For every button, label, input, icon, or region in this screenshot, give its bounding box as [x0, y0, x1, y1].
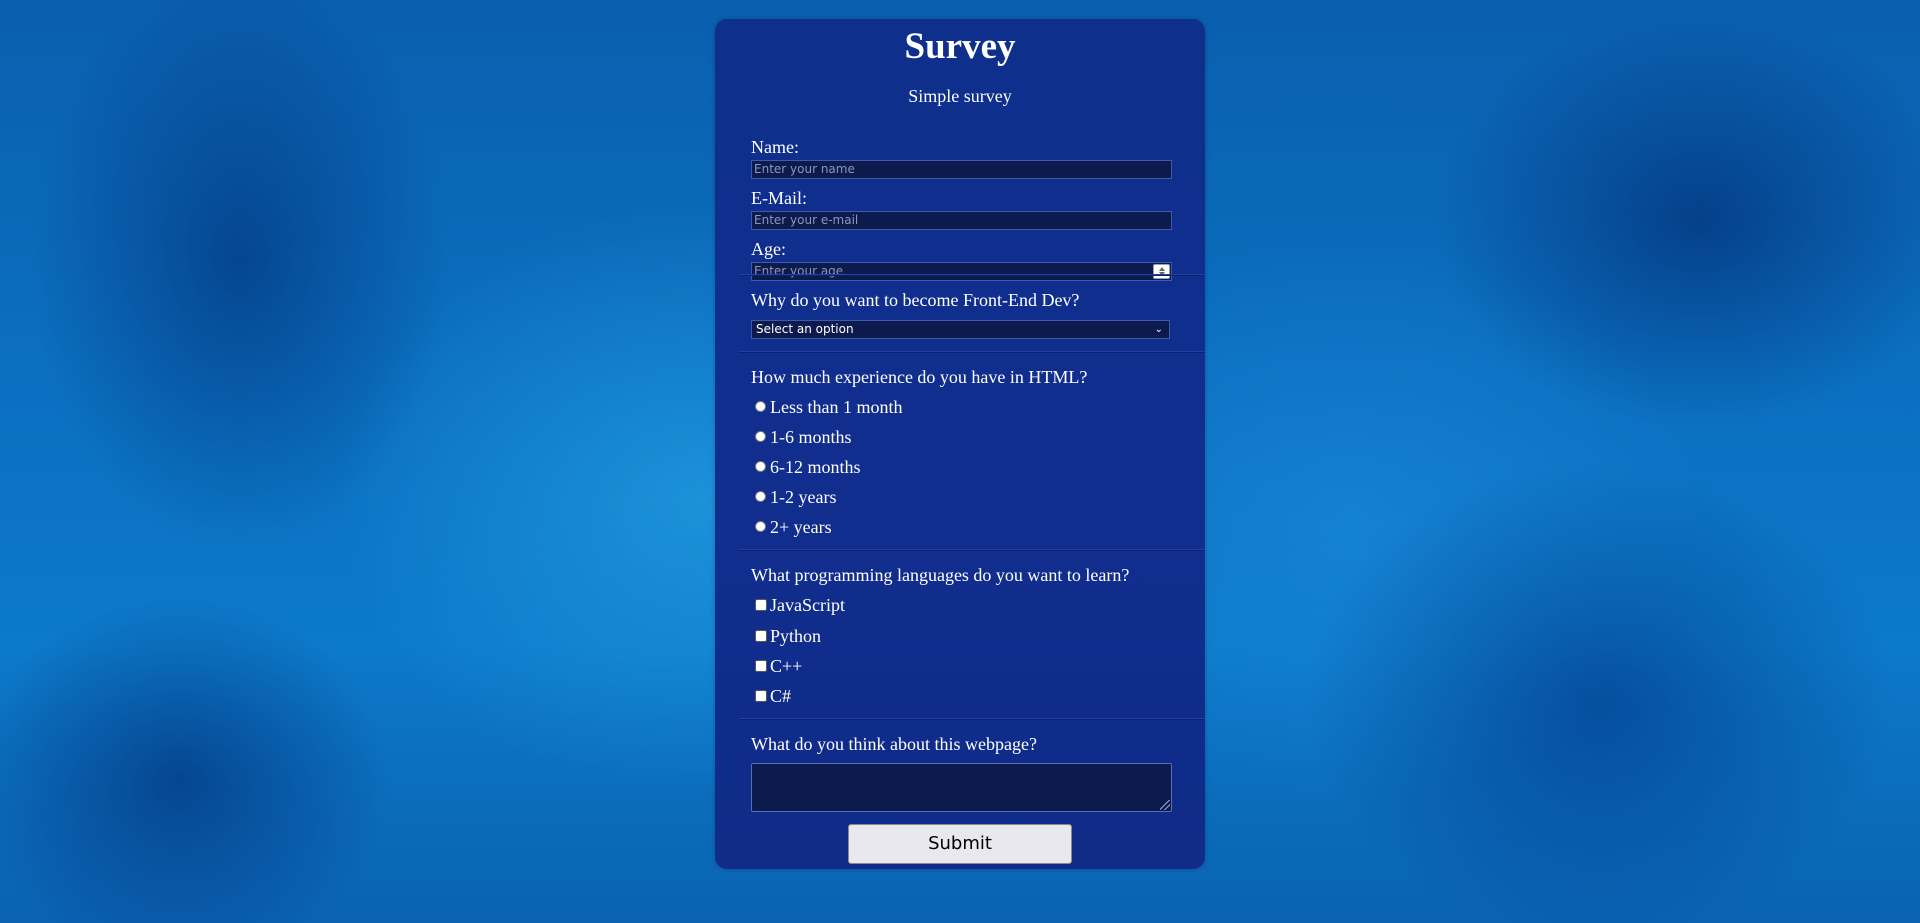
radio-label: Less than 1 month	[770, 397, 903, 417]
age-label: Age:	[751, 239, 786, 259]
why-frontend-select[interactable]: Select an option ⌄	[751, 320, 1170, 339]
email-label: E-Mail:	[751, 188, 807, 208]
divider	[739, 351, 1205, 352]
name-placeholder: Enter your name	[754, 162, 855, 176]
radio-button[interactable]	[755, 521, 766, 532]
email-placeholder: Enter your e-mail	[754, 213, 859, 227]
checkbox[interactable]	[755, 630, 767, 642]
radio-label: 2+ years	[770, 517, 832, 537]
age-input[interactable]: Enter your age	[751, 262, 1172, 281]
why-frontend-selected: Select an option	[756, 322, 854, 336]
divider	[739, 274, 1205, 275]
feedback-textarea[interactable]	[751, 763, 1172, 812]
resize-grip-icon[interactable]	[1160, 800, 1170, 810]
checkbox-label: C++	[770, 656, 803, 676]
radio-button[interactable]	[755, 431, 766, 442]
radio-label: 1-2 years	[770, 487, 837, 507]
page-subtitle: Simple survey	[908, 86, 1012, 106]
feedback-question: What do you think about this webpage?	[751, 734, 1037, 754]
checkbox[interactable]	[755, 690, 767, 702]
checkbox-label: Python	[770, 626, 822, 646]
chevron-down-icon: ⌄	[1154, 324, 1163, 335]
checkbox[interactable]	[755, 599, 767, 611]
radio-button[interactable]	[755, 461, 766, 472]
page-title: Survey	[904, 26, 1016, 67]
radio-label: 6-12 months	[770, 457, 861, 477]
radio-label: 1-6 months	[770, 427, 852, 447]
survey-card: Survey Simple survey Name: Enter your na…	[715, 19, 1205, 869]
checkbox[interactable]	[755, 660, 767, 672]
checkbox-label: JavaScript	[770, 595, 845, 615]
radio-button[interactable]	[755, 401, 766, 412]
submit-button[interactable]: Submit	[848, 824, 1072, 864]
email-input[interactable]: Enter your e-mail	[751, 211, 1172, 230]
name-label: Name:	[751, 137, 799, 157]
age-spinner-icon[interactable]	[1153, 264, 1170, 279]
divider	[739, 718, 1205, 719]
name-input[interactable]: Enter your name	[751, 160, 1172, 179]
html-experience-question: How much experience do you have in HTML?	[751, 367, 1088, 387]
checkbox-label: C#	[770, 686, 792, 706]
why-frontend-question: Why do you want to become Front-End Dev?	[751, 290, 1080, 310]
age-placeholder: Enter your age	[754, 264, 844, 278]
languages-question: What programming languages do you want t…	[751, 565, 1130, 585]
radio-button[interactable]	[755, 491, 766, 502]
divider	[739, 549, 1205, 550]
